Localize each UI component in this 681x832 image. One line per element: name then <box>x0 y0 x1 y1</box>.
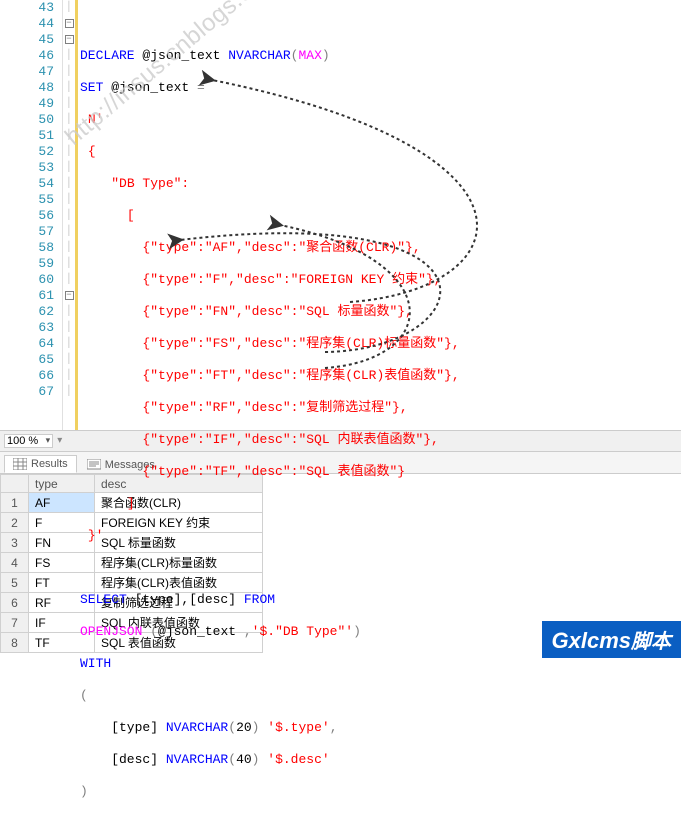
line-number: 54 <box>0 176 54 192</box>
line-number: 58 <box>0 240 54 256</box>
line-number: 64 <box>0 336 54 352</box>
line-number: 45 <box>0 32 54 48</box>
line-number: 43 <box>0 0 54 16</box>
grid-corner[interactable] <box>1 475 29 493</box>
type-keyword: NVARCHAR <box>228 48 290 63</box>
row-number: 4 <box>1 553 29 573</box>
fold-column[interactable]: │−−│││││││││││││││−││││││ <box>63 0 75 430</box>
line-number: 67 <box>0 384 54 400</box>
line-number: 62 <box>0 304 54 320</box>
row-number: 1 <box>1 493 29 513</box>
line-number: 47 <box>0 64 54 80</box>
line-number: 60 <box>0 272 54 288</box>
line-number: 57 <box>0 224 54 240</box>
line-number: 51 <box>0 128 54 144</box>
fold-toggle[interactable]: − <box>63 16 75 32</box>
line-number: 63 <box>0 320 54 336</box>
row-number: 5 <box>1 573 29 593</box>
openjson-func: OPENJSON <box>80 624 142 639</box>
line-number-gutter: 4344454647484950515253545556575859606162… <box>0 0 63 430</box>
line-number: 44 <box>0 16 54 32</box>
line-number: 52 <box>0 144 54 160</box>
line-number: 46 <box>0 48 54 64</box>
line-number: 55 <box>0 192 54 208</box>
line-number: 50 <box>0 112 54 128</box>
row-number: 8 <box>1 633 29 653</box>
line-number: 53 <box>0 160 54 176</box>
max-keyword: MAX <box>298 48 321 63</box>
line-number: 56 <box>0 208 54 224</box>
line-number: 65 <box>0 352 54 368</box>
tab-results[interactable]: Results <box>4 455 77 473</box>
row-number: 2 <box>1 513 29 533</box>
code-editor[interactable]: 4344454647484950515253545556575859606162… <box>0 0 681 430</box>
zoom-dash-icon: ▾ <box>57 435 62 447</box>
line-number: 59 <box>0 256 54 272</box>
fold-toggle[interactable]: − <box>63 32 75 48</box>
zoom-select[interactable]: 100 % <box>4 434 53 448</box>
json-key-dbtype: "DB Type": <box>111 176 189 191</box>
line-number: 49 <box>0 96 54 112</box>
grid-icon <box>13 458 27 470</box>
code-area[interactable]: DECLARE @json_text NVARCHAR(MAX) SET @js… <box>75 0 681 430</box>
site-badge: Gxlcms脚本 <box>542 621 681 658</box>
tab-results-label: Results <box>31 458 68 470</box>
row-number: 6 <box>1 593 29 613</box>
fold-toggle[interactable]: − <box>63 288 75 304</box>
line-number: 66 <box>0 368 54 384</box>
row-number: 7 <box>1 613 29 633</box>
row-number: 3 <box>1 533 29 553</box>
keyword: DECLARE <box>80 48 135 63</box>
line-number: 61 <box>0 288 54 304</box>
line-number: 48 <box>0 80 54 96</box>
